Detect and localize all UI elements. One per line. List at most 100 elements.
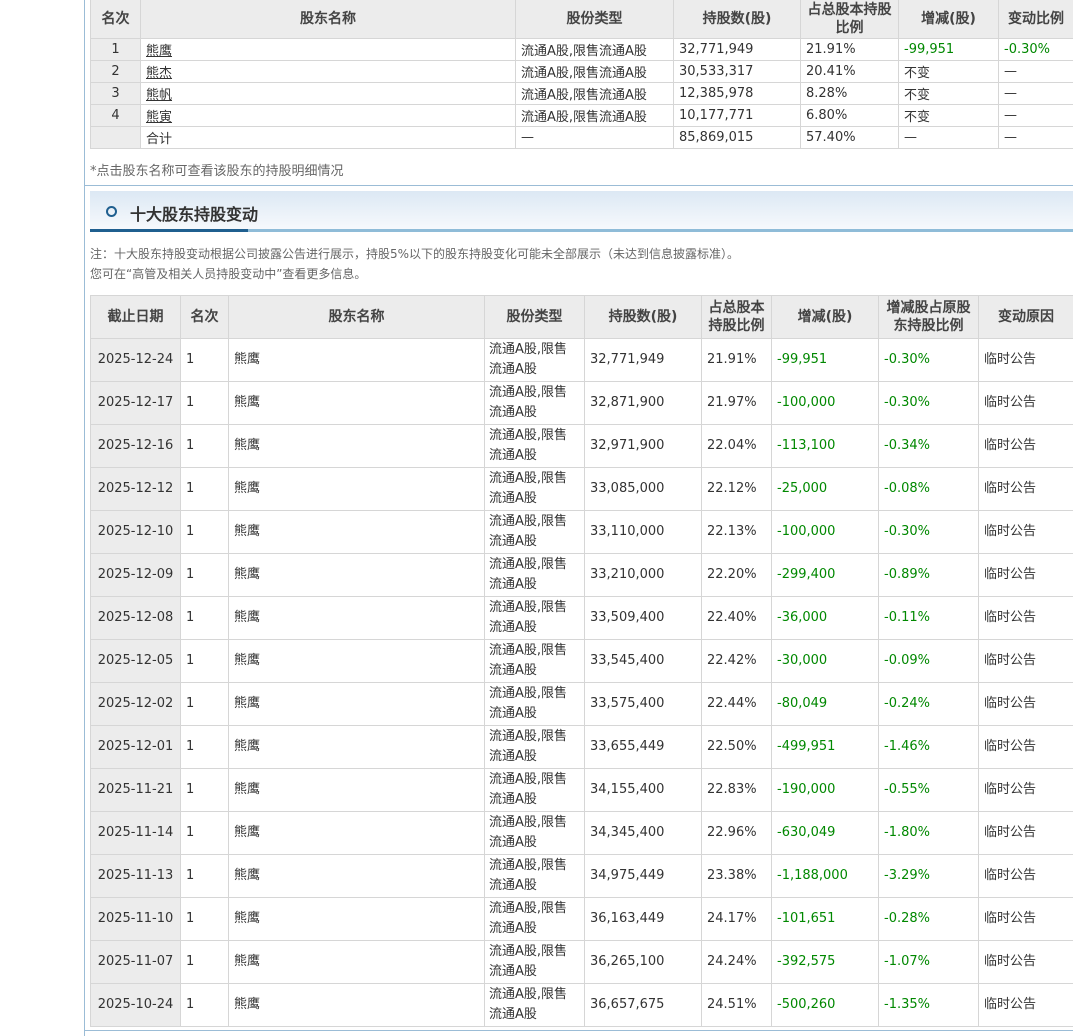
change-ratio-cell: —: [998, 104, 1073, 127]
percent-cell: 24.24%: [701, 940, 772, 984]
column-header: 增减(股): [771, 295, 879, 339]
rank-cell: 1: [180, 596, 229, 640]
change-ratio-cell: -0.34%: [878, 424, 979, 468]
rank-cell: [90, 126, 141, 149]
share-type-cell: 流通A股,限售流通A股: [515, 104, 674, 127]
rank-cell: 1: [180, 510, 229, 554]
holder-name-link[interactable]: 熊杰: [146, 66, 172, 81]
date-cell: 2025-12-08: [90, 596, 181, 640]
change-cell: -100,000: [771, 510, 879, 554]
total-row: 合计 —85,869,015 57.40% — —: [90, 126, 1073, 149]
column-header: 股东名称: [140, 0, 516, 39]
column-header: 持股数(股): [673, 0, 801, 39]
column-header: 持股数(股): [584, 295, 702, 339]
percent-cell: 24.51%: [701, 983, 772, 1027]
change-ratio-cell: -0.55%: [878, 768, 979, 812]
rank-cell: 1: [180, 725, 229, 769]
changes-note: 注：十大股东持股变动根据公司披露公告进行展示，持股5%以下的股东持股变化可能未全…: [90, 244, 1073, 284]
change-ratio-cell: -0.24%: [878, 682, 979, 726]
change-cell: -499,951: [771, 725, 879, 769]
shares-cell: 36,657,675: [584, 983, 702, 1027]
share-type-cell: 流通A股,限售流通A股: [484, 854, 585, 898]
change-ratio-cell: -0.30%: [878, 381, 979, 425]
shares-cell: 33,575,400: [584, 682, 702, 726]
column-header: 截止日期: [90, 295, 181, 339]
percent-cell: 22.42%: [701, 639, 772, 683]
percent-cell: 23.38%: [701, 854, 772, 898]
table-row: 2 熊杰 流通A股,限售流通A股 30,533,317 20.41% 不变 —: [90, 60, 1073, 83]
total-pct-cell: 57.40%: [800, 126, 899, 149]
holder-name-link[interactable]: 熊鹰: [146, 44, 172, 59]
section-header: 十大股东持股变动: [90, 191, 1073, 232]
percent-cell: 22.12%: [701, 467, 772, 511]
percent-cell: 22.20%: [701, 553, 772, 597]
reason-cell: 临时公告: [978, 553, 1073, 597]
change-ratio-cell: -0.08%: [878, 467, 979, 511]
percent-cell: 22.40%: [701, 596, 772, 640]
table-row: 2025-12-02 1 熊鹰 流通A股,限售流通A股 33,575,400 22.44%…: [90, 682, 1073, 726]
reason-cell: 临时公告: [978, 381, 1073, 425]
name-cell: 熊帆: [140, 82, 516, 105]
name-cell: 熊寅: [140, 104, 516, 127]
rank-cell: 1: [180, 854, 229, 898]
divider: [85, 1030, 1073, 1031]
share-type-cell: 流通A股,限售流通A股: [515, 38, 674, 61]
divider: [85, 185, 1073, 186]
change-ratio-cell: -1.35%: [878, 983, 979, 1027]
column-header: 变动原因: [978, 295, 1073, 339]
share-type-cell: 流通A股,限售流通A股: [484, 338, 585, 382]
table-row: 2025-12-24 1 熊鹰 流通A股,限售流通A股 32,771,949 21.91%…: [90, 338, 1073, 382]
column-header: 股份类型: [515, 0, 674, 39]
change-ratio-cell: -0.89%: [878, 553, 979, 597]
change-cell: -100,000: [771, 381, 879, 425]
change-cell: -630,049: [771, 811, 879, 855]
shares-cell: 32,771,949: [673, 38, 801, 61]
holder-name-cell: 熊鹰: [228, 639, 485, 683]
holder-name-cell: 熊鹰: [228, 983, 485, 1027]
holder-name-link[interactable]: 熊寅: [146, 110, 172, 125]
reason-cell: 临时公告: [978, 467, 1073, 511]
rank-cell: 1: [180, 682, 229, 726]
shares-cell: 33,085,000: [584, 467, 702, 511]
rank-cell: 2: [90, 60, 141, 83]
holder-name-link[interactable]: 熊帆: [146, 88, 172, 103]
share-type-cell: 流通A股,限售流通A股: [484, 510, 585, 554]
column-header: 变动比例: [998, 0, 1073, 39]
changes-note-line1: 注：十大股东持股变动根据公司披露公告进行展示，持股5%以下的股东持股变化可能未全…: [90, 247, 740, 261]
table-row: 2025-11-14 1 熊鹰 流通A股,限售流通A股 34,345,400 22.96%…: [90, 811, 1073, 855]
date-cell: 2025-12-02: [90, 682, 181, 726]
change-cell: -25,000: [771, 467, 879, 511]
table-row: 2025-12-08 1 熊鹰 流通A股,限售流通A股 33,509,400 22.40%…: [90, 596, 1073, 640]
shares-cell: 32,871,900: [584, 381, 702, 425]
rank-cell: 1: [90, 38, 141, 61]
share-type-cell: 流通A股,限售流通A股: [484, 553, 585, 597]
table-row: 2025-11-07 1 熊鹰 流通A股,限售流通A股 36,265,100 24.24%…: [90, 940, 1073, 984]
column-header: 增减(股): [898, 0, 999, 39]
percent-cell: 22.13%: [701, 510, 772, 554]
change-cell: -113,100: [771, 424, 879, 468]
share-type-cell: 流通A股,限售流通A股: [484, 424, 585, 468]
percent-cell: 22.50%: [701, 725, 772, 769]
percent-cell: 8.28%: [800, 82, 899, 105]
rank-cell: 4: [90, 104, 141, 127]
table-row: 3 熊帆 流通A股,限售流通A股 12,385,978 8.28% 不变 —: [90, 82, 1073, 105]
change-cell: -99,951: [898, 38, 999, 61]
percent-cell: 22.04%: [701, 424, 772, 468]
holder-name-cell: 熊鹰: [228, 381, 485, 425]
name-cell: 熊杰: [140, 60, 516, 83]
percent-cell: 21.91%: [800, 38, 899, 61]
rank-cell: 1: [180, 897, 229, 941]
column-header: 股东名称: [228, 295, 485, 339]
reason-cell: 临时公告: [978, 682, 1073, 726]
change-cell: -101,651: [771, 897, 879, 941]
change-cell: -30,000: [771, 639, 879, 683]
reason-cell: 临时公告: [978, 725, 1073, 769]
rank-cell: 3: [90, 82, 141, 105]
percent-cell: 6.80%: [800, 104, 899, 127]
table-row: 4 熊寅 流通A股,限售流通A股 10,177,771 6.80% 不变 —: [90, 104, 1073, 127]
share-type-cell: 流通A股,限售流通A股: [484, 940, 585, 984]
shares-cell: 12,385,978: [673, 82, 801, 105]
share-type-cell: 流通A股,限售流通A股: [515, 82, 674, 105]
rank-cell: 1: [180, 811, 229, 855]
table-row: 2025-12-05 1 熊鹰 流通A股,限售流通A股 33,545,400 22.42%…: [90, 639, 1073, 683]
